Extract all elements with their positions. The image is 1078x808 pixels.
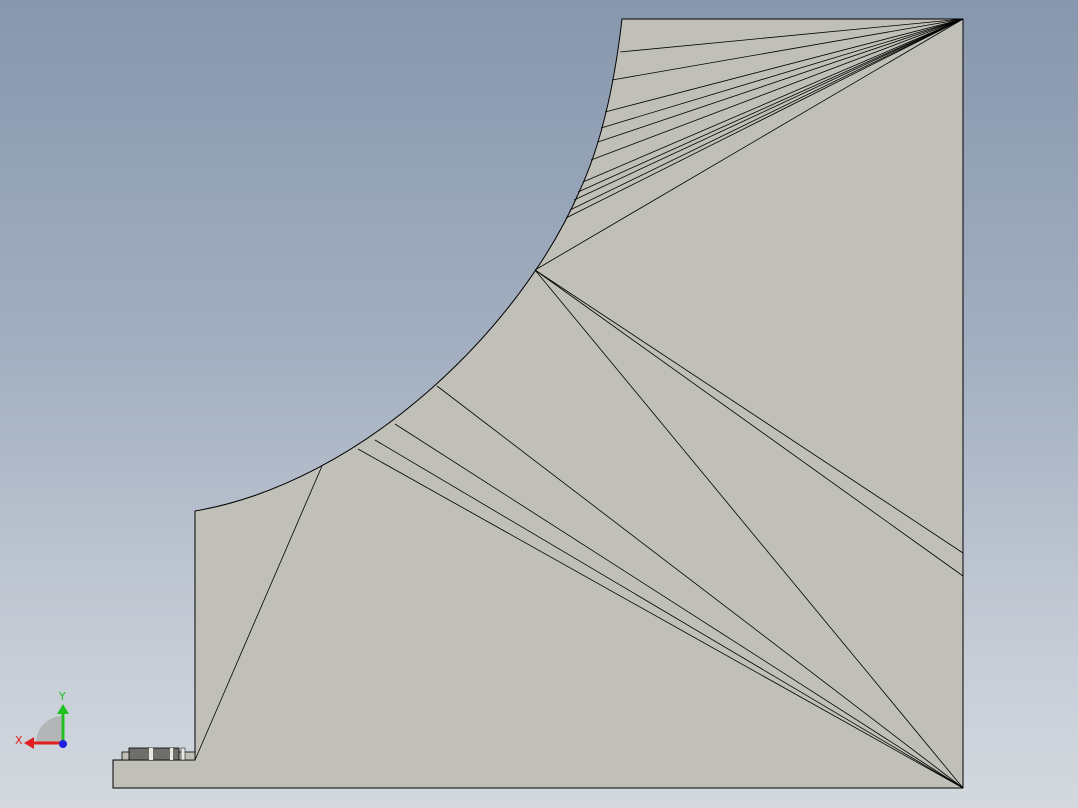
base-feature[interactable] <box>121 747 196 761</box>
model-view[interactable]: Y X <box>0 0 1078 808</box>
graphics-viewport[interactable]: Y X <box>0 0 1078 808</box>
x-axis-label: X <box>15 734 23 747</box>
view-triad: Y X <box>15 690 69 749</box>
triad-quadrant <box>36 716 63 743</box>
z-axis-dot <box>59 740 67 748</box>
y-axis-label: Y <box>58 690 66 703</box>
part-face[interactable] <box>112 18 964 789</box>
